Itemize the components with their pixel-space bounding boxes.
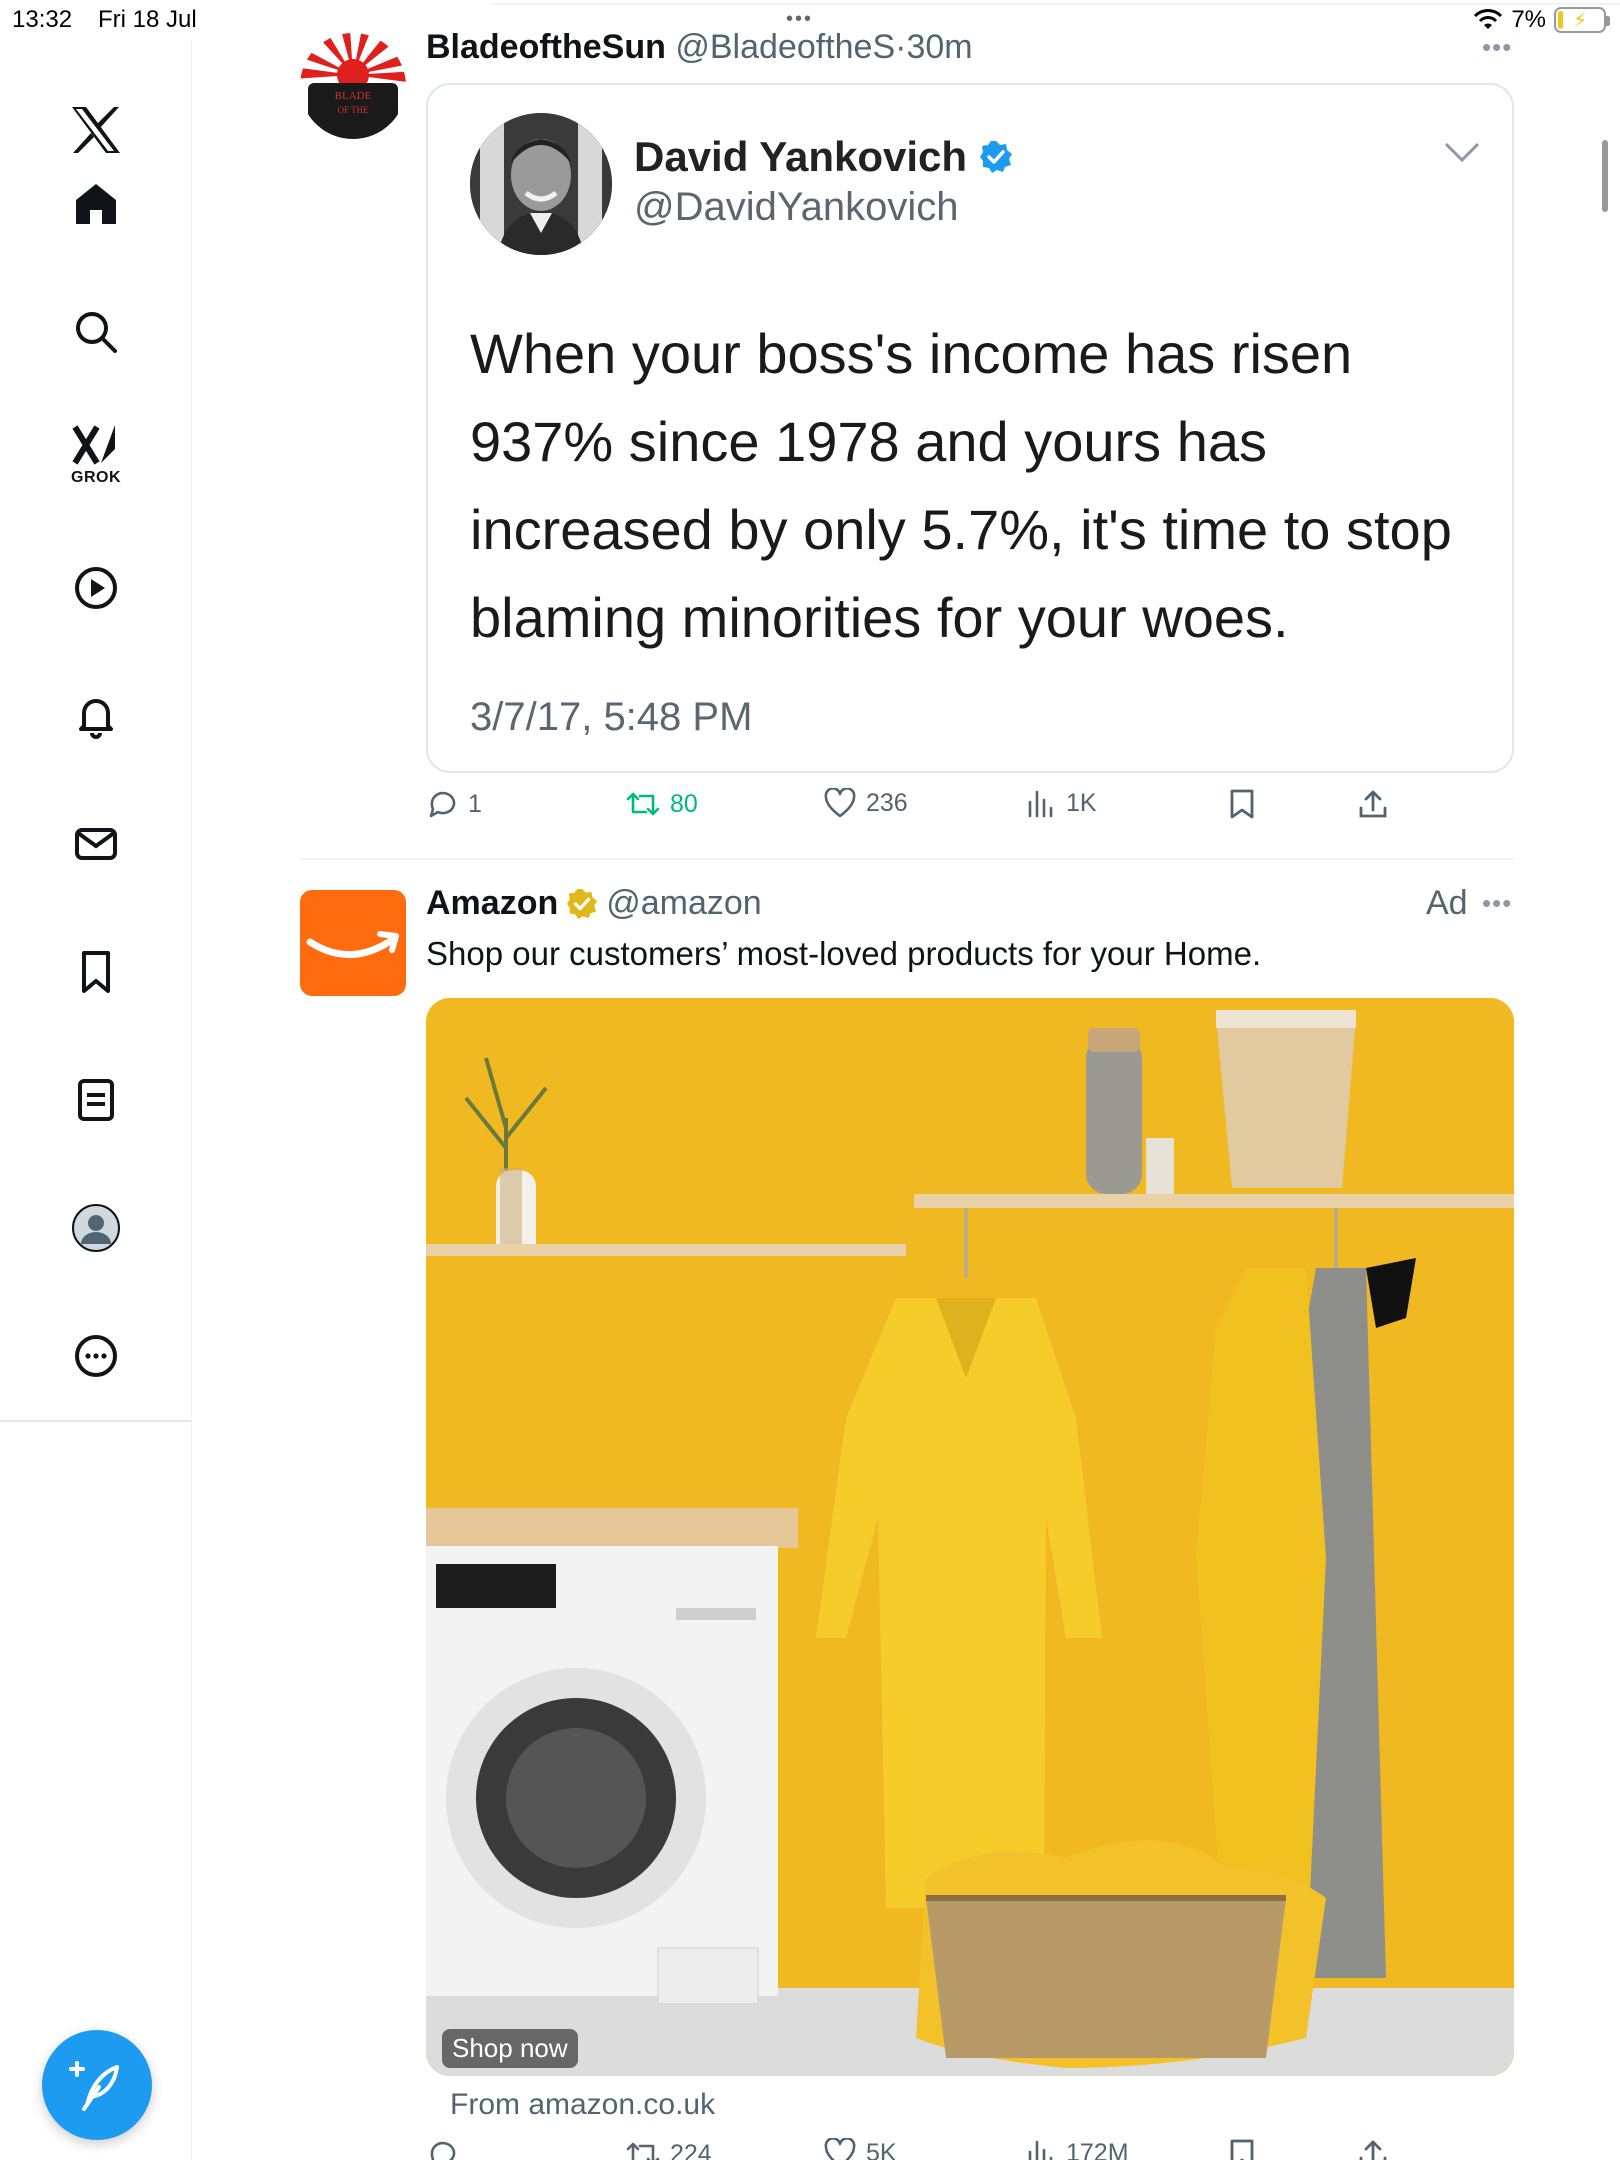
quote-card[interactable]: David Yankovich @DavidYankovich When you…: [426, 83, 1514, 773]
reply-count: 1: [468, 789, 482, 818]
ad-text: Shop our customers’ most-loved products …: [426, 935, 1262, 972]
heart-icon: [824, 788, 856, 818]
views-chart-icon: [1028, 790, 1053, 818]
compose-post-button[interactable]: [42, 2030, 152, 2140]
share-icon: [1359, 2140, 1387, 2160]
ad-source-domain[interactable]: From amazon.co.uk: [450, 2088, 715, 2122]
ad-handle[interactable]: @amazon: [606, 884, 761, 923]
bookmark-icon: [1230, 2139, 1254, 2160]
ad-like-button[interactable]: 5K: [824, 2138, 897, 2160]
lists-icon[interactable]: [56, 1060, 136, 1140]
ad-like-count: 5K: [866, 2138, 897, 2160]
chevron-down-icon: [1444, 142, 1480, 163]
repost-count: 80: [670, 789, 698, 818]
ad-actions: 224 5K 172M: [426, 2138, 1426, 2160]
ad-header: Amazon @amazon: [426, 884, 762, 923]
scrollbar[interactable]: [1602, 140, 1608, 212]
post-time[interactable]: 30m: [906, 28, 972, 66]
grok-label: GROK: [71, 469, 121, 486]
view-count: 1K: [1066, 788, 1097, 817]
status-time: 13:32: [12, 6, 73, 33]
bookmark-button[interactable]: [1228, 788, 1256, 820]
search-icon[interactable]: [56, 292, 136, 372]
ad-views-button[interactable]: 172M: [1026, 2138, 1129, 2160]
post-display-name[interactable]: BladeoftheSun: [426, 28, 666, 66]
quote-author-name: David Yankovich: [634, 133, 1013, 181]
verified-badge-icon: [980, 141, 1013, 173]
quote-date: 3/7/17, 5:48 PM: [470, 695, 753, 739]
avatar-text: BLADE: [335, 90, 372, 102]
notifications-bell-icon[interactable]: [56, 676, 136, 756]
messages-envelope-icon[interactable]: [56, 804, 136, 884]
bookmark-icon: [1230, 789, 1254, 819]
post-header: BladeoftheSun @BladeoftheS·30m: [426, 28, 973, 67]
ad-repost-button[interactable]: 224: [626, 2138, 712, 2160]
sidebar-divider: [0, 1420, 192, 1422]
repost-button[interactable]: 80: [626, 788, 698, 820]
gold-verified-badge-icon: [567, 888, 598, 919]
quote-name-text: David Yankovich: [634, 133, 968, 180]
repost-icon: [626, 2142, 660, 2160]
reply-button[interactable]: 1: [426, 788, 482, 820]
ad-display-name[interactable]: Amazon: [426, 884, 558, 923]
post-handle[interactable]: @BladeoftheS: [675, 28, 895, 66]
status-date: Fri 18 Jul: [98, 6, 197, 33]
sidebar: GROK: [0, 40, 192, 2160]
ad-image[interactable]: Shop now: [426, 998, 1514, 2076]
more-options-icon[interactable]: [56, 1316, 136, 1396]
ad-reply-button[interactable]: [426, 2138, 468, 2160]
share-icon: [1359, 790, 1387, 818]
avatar-text-2: OF THE: [337, 105, 369, 115]
x-logo-icon[interactable]: [56, 90, 136, 170]
reply-icon: [430, 2141, 456, 2160]
quote-author-handle: @DavidYankovich: [634, 185, 959, 229]
amazon-logo[interactable]: [300, 890, 406, 996]
heart-icon: [824, 2138, 856, 2160]
ad-repost-count: 224: [670, 2139, 712, 2160]
share-button[interactable]: [1358, 788, 1388, 820]
shop-now-button[interactable]: Shop now: [442, 2029, 578, 2068]
ad-view-count: 172M: [1066, 2138, 1129, 2160]
ad-bookmark-button[interactable]: [1228, 2138, 1256, 2160]
quote-text: When your boss's income has risen 937% s…: [470, 322, 1452, 649]
like-count: 236: [866, 788, 908, 817]
post-avatar[interactable]: BLADE OF THE: [300, 33, 406, 139]
post-more-icon[interactable]: •••: [1482, 32, 1512, 63]
post-separator: ·: [895, 28, 907, 66]
bookmarks-icon[interactable]: [56, 932, 136, 1012]
views-button[interactable]: 1K: [1026, 788, 1097, 818]
timeline: BLADE OF THE BladeoftheSun @BladeoftheS·…: [192, 0, 1620, 2160]
views-chart-icon: [1028, 2140, 1053, 2160]
repost-icon: [626, 792, 660, 816]
post-separator-line: [300, 858, 1514, 860]
top-divider: [492, 3, 1620, 5]
compose-icon: [69, 2061, 119, 2111]
reply-icon: [429, 791, 456, 818]
grok-icon[interactable]: GROK: [56, 415, 136, 495]
like-button[interactable]: 236: [824, 788, 908, 818]
quote-avatar: [470, 113, 612, 255]
ad-label: Ad: [1426, 884, 1468, 922]
ad-more-icon[interactable]: •••: [1482, 888, 1512, 919]
laundry-room-image: [426, 998, 1514, 2076]
profile-avatar-icon[interactable]: [56, 1188, 136, 1268]
ad-share-button[interactable]: [1358, 2138, 1388, 2160]
post-actions: 1 80 236 1K: [426, 788, 1426, 832]
home-icon[interactable]: [56, 164, 136, 244]
video-play-icon[interactable]: [56, 548, 136, 628]
